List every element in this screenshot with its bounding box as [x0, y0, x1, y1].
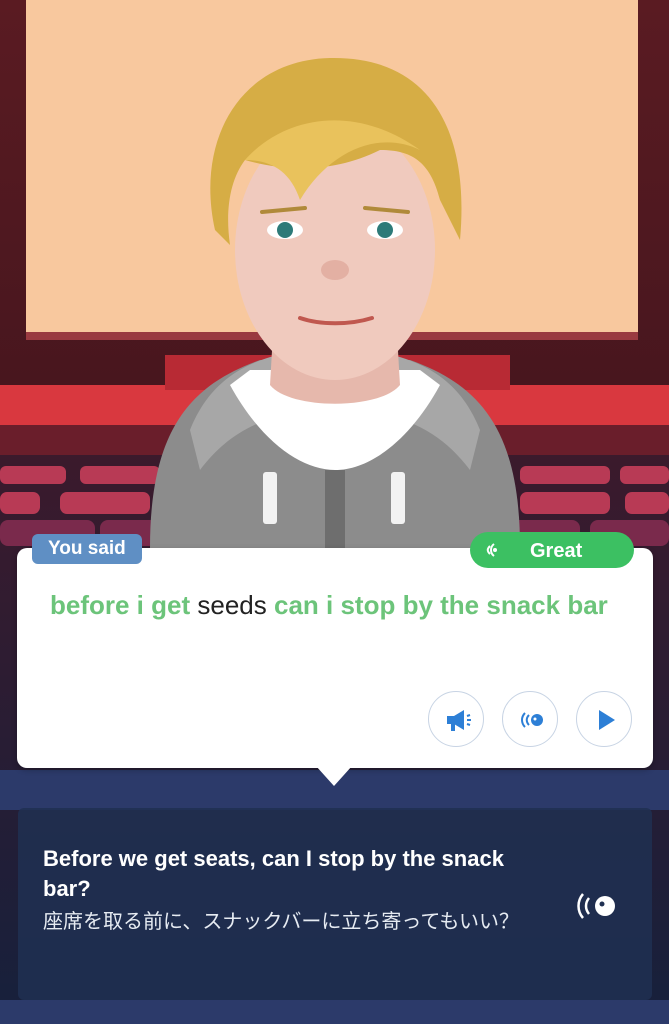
- play-icon: [599, 710, 615, 730]
- megaphone-icon: [447, 710, 471, 731]
- japanese-translation: 座席を取る前に、スナックバーに立ち寄ってもいい？: [43, 909, 519, 933]
- rating-badge: Great: [470, 532, 634, 568]
- listen-icon: [521, 712, 543, 728]
- rating-label: Great: [530, 540, 583, 562]
- card-tail: [316, 766, 352, 786]
- translation-panel: Before we get seats, can I stop by the s…: [18, 808, 652, 1000]
- english-sentence: Before we get seats, can I stop by the s…: [43, 846, 504, 901]
- recognized-speech: before i get seeds can i stop by the sna…: [50, 588, 630, 623]
- speaker-icon[interactable]: [575, 888, 621, 929]
- voice-wave-icon: [480, 541, 500, 564]
- play-button[interactable]: [576, 691, 632, 747]
- you-said-label: You said: [32, 534, 142, 564]
- you-said-card: [17, 548, 653, 768]
- said-incorrect-word: seeds: [197, 590, 267, 620]
- said-correct-2: can i stop by the snack bar: [274, 590, 608, 620]
- said-correct-1: before i get: [50, 590, 191, 620]
- megaphone-button[interactable]: [428, 691, 484, 747]
- listen-button[interactable]: [502, 691, 558, 747]
